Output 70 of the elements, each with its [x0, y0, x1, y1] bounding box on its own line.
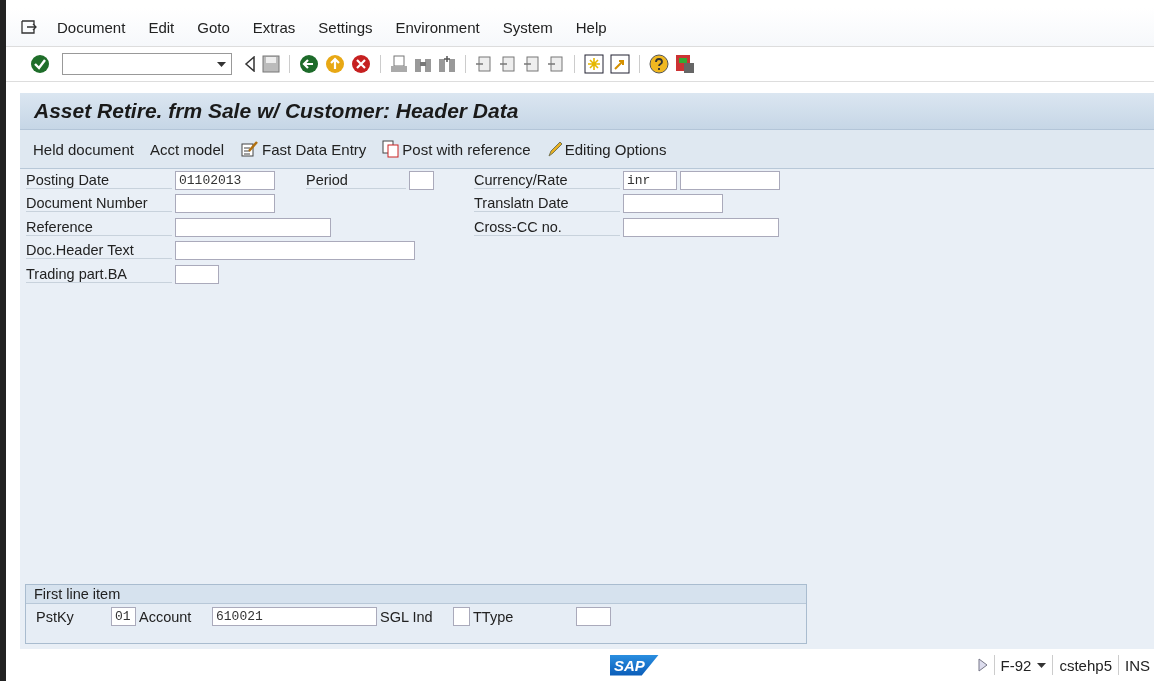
- page-icon[interactable]: [475, 55, 493, 73]
- menu-item[interactable]: Extras: [252, 18, 296, 36]
- input-field[interactable]: 610021: [212, 607, 377, 626]
- field-label: Trading part.BA: [26, 265, 172, 283]
- screen-title: Asset Retire. frm Sale w/ Customer: Header Data: [34, 99, 519, 123]
- field-label: Period: [306, 171, 406, 189]
- page-icon[interactable]: [523, 55, 541, 73]
- checklist-edit-icon: [240, 140, 261, 158]
- toolbar-button[interactable]: Acct model: [144, 138, 230, 160]
- field-label: Reference: [26, 218, 172, 236]
- input-field[interactable]: inr: [623, 170, 677, 190]
- field-label: Currency/Rate: [474, 171, 620, 189]
- menu-item[interactable]: Settings: [318, 18, 373, 36]
- input-field[interactable]: [623, 194, 723, 214]
- input-field[interactable]: [623, 217, 779, 237]
- field-label: Cross-CC no.: [474, 218, 620, 236]
- field-label: SGL Ind: [380, 608, 434, 625]
- field-label: PstKy: [36, 608, 75, 625]
- menu-item[interactable]: Edit: [148, 18, 175, 36]
- field-label: Account: [139, 608, 193, 625]
- up-icon[interactable]: [325, 54, 345, 74]
- back-triangle-icon[interactable]: [244, 56, 256, 72]
- menu-item[interactable]: Environment: [395, 18, 480, 36]
- window-icon[interactable]: [584, 54, 604, 74]
- input-field[interactable]: [175, 264, 219, 284]
- input-field[interactable]: [576, 607, 611, 626]
- input-field[interactable]: 01: [111, 607, 136, 626]
- page-icon[interactable]: [547, 55, 565, 73]
- dropdown-icon[interactable]: [1037, 662, 1047, 668]
- toolbar-button[interactable]: Fast Data Entry: [235, 138, 372, 160]
- server-name: cstehp5: [1059, 656, 1112, 674]
- save-icon[interactable]: [262, 55, 280, 73]
- input-field[interactable]: [453, 607, 470, 626]
- input-field[interactable]: 01102013: [175, 170, 275, 190]
- field-label: Posting Date: [26, 171, 172, 189]
- input-field[interactable]: [175, 194, 275, 214]
- transaction-code: F-92: [1000, 656, 1032, 674]
- input-field[interactable]: [680, 170, 780, 190]
- field-label: TType: [473, 608, 515, 625]
- page-icon[interactable]: [499, 55, 517, 73]
- menu-item[interactable]: Document: [57, 18, 126, 36]
- shortcut-icon[interactable]: [610, 54, 630, 74]
- toolbar-button[interactable]: Editing Options: [541, 138, 672, 160]
- binoculars-plus-icon[interactable]: [438, 55, 456, 73]
- print-icon[interactable]: [390, 55, 408, 73]
- back-icon[interactable]: [299, 54, 319, 74]
- panel-title: First line item: [34, 586, 121, 602]
- menu-icon[interactable]: [20, 19, 38, 35]
- field-label: Document Number: [26, 195, 172, 213]
- dropdown-icon[interactable]: [217, 61, 226, 67]
- input-field[interactable]: [175, 217, 331, 237]
- field-label: Doc.Header Text: [26, 242, 172, 260]
- insert-mode: INS: [1125, 656, 1150, 674]
- menu-item[interactable]: Help: [575, 18, 607, 36]
- input-field[interactable]: [175, 241, 415, 261]
- field-label: Translatn Date: [474, 195, 620, 213]
- toolbar-button[interactable]: Held document: [28, 138, 139, 160]
- help-icon[interactable]: [649, 54, 669, 74]
- check-icon[interactable]: [30, 54, 50, 74]
- play-triangle-icon[interactable]: [977, 658, 988, 672]
- input-field[interactable]: [409, 170, 434, 190]
- menu-item[interactable]: System: [502, 18, 553, 36]
- copy-icon: [382, 140, 401, 158]
- sap-logo: SAP: [610, 654, 659, 676]
- cancel-icon[interactable]: [351, 54, 371, 74]
- pencil-icon: [546, 140, 563, 158]
- command-field[interactable]: [62, 53, 232, 75]
- menu-item[interactable]: Goto: [197, 18, 230, 36]
- toolbar-button[interactable]: Post with reference: [377, 138, 536, 160]
- layout-icon[interactable]: [675, 54, 695, 74]
